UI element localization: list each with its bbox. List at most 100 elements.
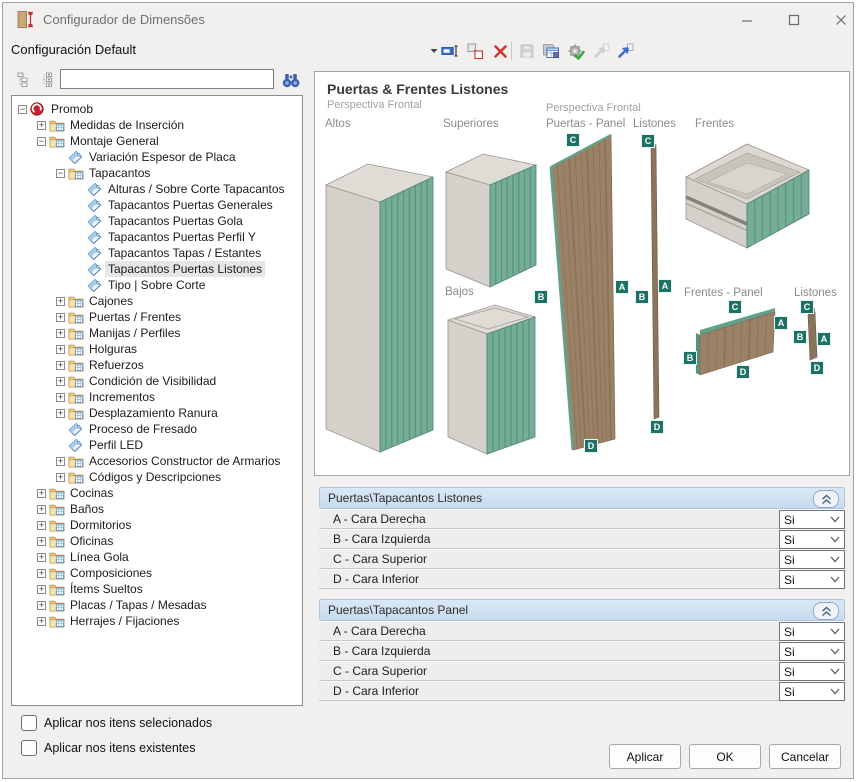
tree-item[interactable]: +Refuerzos [12,357,302,373]
tree-item[interactable]: Tipo | Sobre Corte [12,277,302,293]
rename-configuration-icon[interactable] [439,40,461,62]
face-badge-frentes-panel-d: D [736,365,750,379]
tree-item[interactable]: + Dormitorios [12,517,302,533]
apply-configuration-icon[interactable] [565,40,587,62]
tree-item[interactable]: −Montaje General [12,133,302,149]
tree-expand-toggle[interactable]: + [56,377,65,386]
tree-expand-toggle[interactable]: − [37,137,46,146]
ok-button[interactable]: OK [689,744,761,769]
tree-item[interactable]: +Cajones [12,293,302,309]
delete-configuration-icon[interactable] [489,40,511,62]
tree-item[interactable]: −Promob [12,101,302,117]
illustration-label: Altos [325,118,351,130]
tree-item[interactable]: Alturas / Sobre Corte Tapacantos [12,181,302,197]
tree-item[interactable]: Tapacantos Puertas Gola [12,213,302,229]
tree-expand-toggle[interactable]: + [37,601,46,610]
tree-item[interactable]: +Condición de Visibilidad [12,373,302,389]
select-a-face[interactable]: Si [779,622,845,641]
tree-expand-toggle[interactable]: + [56,313,65,322]
export-configuration-icon[interactable] [614,40,636,62]
select-c-face[interactable]: Si [779,550,845,569]
tree-item-label: Ítems Sueltos [67,581,146,597]
tree-item[interactable]: + Ítems Sueltos [12,581,302,597]
select-b-face[interactable]: Si [779,530,845,549]
search-input[interactable] [60,69,274,89]
tree-item[interactable]: +Oficinas [12,533,302,549]
apply-selected-items-checkbox[interactable] [21,715,37,731]
table-row: C - Cara SuperiorSi [319,549,845,569]
tree-expand-toggle[interactable]: + [56,329,65,338]
apply-button[interactable]: Aplicar [609,744,681,769]
save-configurations-icon[interactable] [540,40,562,62]
save-icon[interactable] [516,40,538,62]
configuration-name[interactable]: Configuración Default [11,42,136,57]
tree-expand-toggle[interactable]: + [56,297,65,306]
select-a-face[interactable]: Si [779,510,845,529]
expand-all-icon[interactable] [39,70,59,90]
tree-expand-toggle[interactable]: + [37,521,46,530]
tree-item[interactable]: +Desplazamiento Ranura [12,405,302,421]
close-button[interactable] [824,7,857,33]
title-bar: Configurador de Dimensões [3,3,853,37]
folder-icon [49,567,67,580]
tag-icon [68,150,86,164]
tree-expand-toggle[interactable]: + [37,489,46,498]
tree-item[interactable]: +Incrementos [12,389,302,405]
cancel-button[interactable]: Cancelar [769,744,841,769]
tree-item[interactable]: Variación Espesor de Placa [12,149,302,165]
tree-expand-toggle[interactable]: − [18,105,27,114]
tree-expand-toggle[interactable]: + [37,537,46,546]
select-d-face[interactable]: Si [779,570,845,589]
tree-expand-toggle[interactable]: + [37,617,46,626]
tree-expand-toggle[interactable]: + [56,409,65,418]
tree-expand-toggle[interactable]: + [56,457,65,466]
tree-item[interactable]: Tapacantos Puertas Listones [12,261,302,277]
apply-existing-items-checkbox[interactable] [21,740,37,756]
tree-item[interactable]: +Códigos y Descripciones [12,469,302,485]
import-configuration-icon[interactable] [590,40,612,62]
chevron-double-up-icon[interactable] [813,602,839,620]
tree-expand-toggle[interactable]: − [56,169,65,178]
copy-configuration-icon[interactable] [464,40,486,62]
illustration-subtitle-left: Perspectiva Frontal [327,99,422,111]
tree-item-label: Composiciones [67,565,155,581]
minimize-button[interactable] [730,7,764,33]
tree-item[interactable]: Tapacantos Puertas Generales [12,197,302,213]
tree-item[interactable]: + Composiciones [12,565,302,581]
tree-item[interactable]: Proceso de Fresado [12,421,302,437]
tree-item[interactable]: +Manijas / Perfiles [12,325,302,341]
tree-item[interactable]: +Accesorios Constructor de Armarios [12,453,302,469]
tree-item[interactable]: Tapacantos Tapas / Estantes [12,245,302,261]
tree-item[interactable]: +Línea Gola [12,549,302,565]
tree-expand-toggle[interactable]: + [37,569,46,578]
chevron-double-up-icon[interactable] [813,490,839,508]
tree-item[interactable]: +Herrajes / Fijaciones [12,613,302,629]
tree-expand-toggle[interactable]: + [56,361,65,370]
maximize-button[interactable] [777,7,811,33]
collapse-all-icon[interactable] [15,70,35,90]
select-d-face[interactable]: Si [779,682,845,701]
tree-item[interactable]: +Baños [12,501,302,517]
binoculars-search-icon[interactable] [280,70,302,90]
table-header: Puertas\Tapacantos Listones [319,487,845,509]
tree-item[interactable]: +Puertas / Frentes [12,309,302,325]
tree-item[interactable]: +Cocinas [12,485,302,501]
tree-expand-toggle[interactable]: + [56,345,65,354]
tree-item[interactable]: +Medidas de Inserción [12,117,302,133]
tree-expand-toggle[interactable]: + [37,553,46,562]
folder-icon [68,295,86,308]
select-c-face[interactable]: Si [779,662,845,681]
tree-item[interactable]: +Placas / Tapas / Mesadas [12,597,302,613]
folder-icon [49,615,67,628]
tree-expand-toggle[interactable]: + [37,585,46,594]
tree-item[interactable]: −Tapacantos [12,165,302,181]
tree-item[interactable]: Perfil LED [12,437,302,453]
tree-item[interactable]: +Holguras [12,341,302,357]
tree-item-label: Dormitorios [67,517,134,533]
tree-expand-toggle[interactable]: + [37,121,46,130]
tree-expand-toggle[interactable]: + [56,393,65,402]
select-b-face[interactable]: Si [779,642,845,661]
tree-expand-toggle[interactable]: + [37,505,46,514]
tree-item[interactable]: Tapacantos Puertas Perfil Y [12,229,302,245]
tree-expand-toggle[interactable]: + [56,473,65,482]
